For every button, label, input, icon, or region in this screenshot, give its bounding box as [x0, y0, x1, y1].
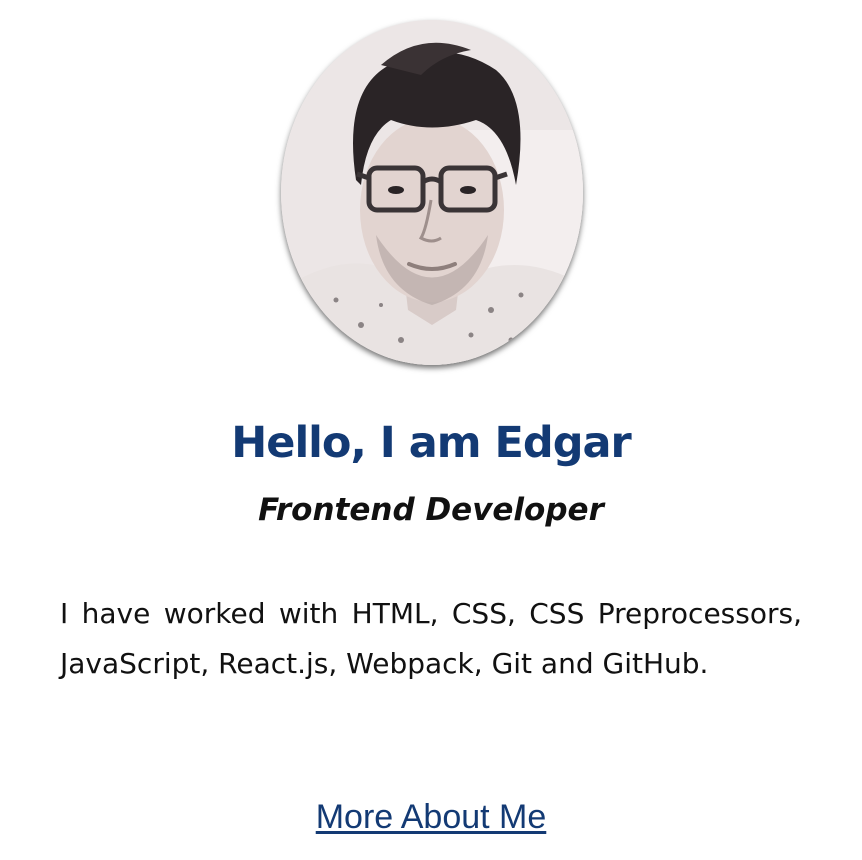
more-about-me-container: More About Me: [0, 794, 862, 840]
profile-photo: [281, 20, 583, 365]
profile-page: Hello, I am Edgar Frontend Developer I h…: [0, 0, 862, 860]
more-about-me-link[interactable]: More About Me: [316, 798, 547, 836]
portrait-image: [281, 20, 583, 365]
page-title: Hello, I am Edgar: [231, 418, 631, 468]
role-subtitle: Frontend Developer: [258, 492, 604, 528]
bio-paragraph: I have worked with HTML, CSS, CSS Prepro…: [60, 597, 802, 680]
